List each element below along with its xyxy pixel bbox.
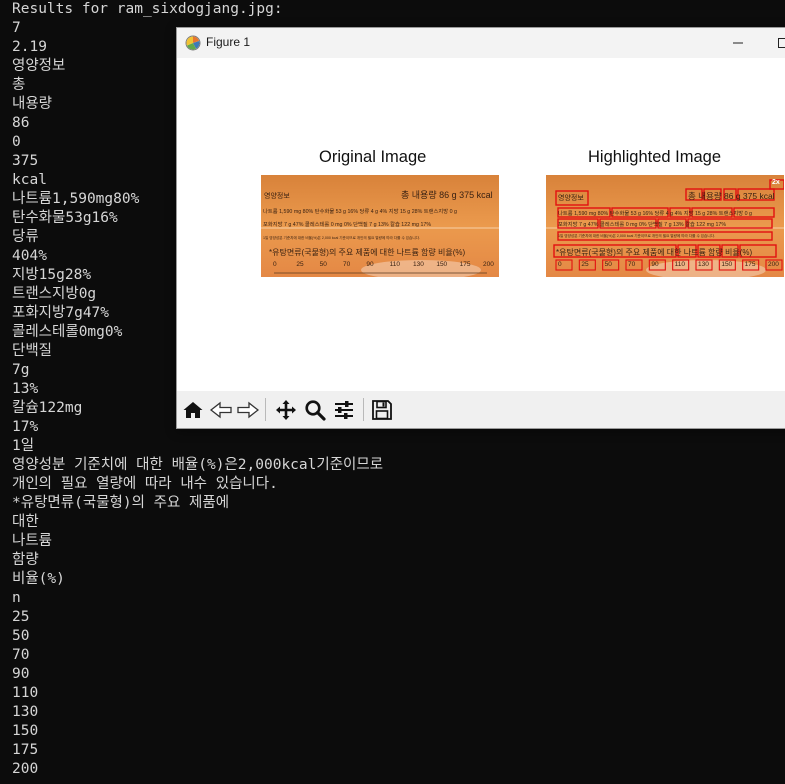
highlighted-row-1: 나트륨 1,590 mg 80% 탄수화물 53 g 16% 당류 4 g 4%… xyxy=(558,211,752,217)
scale-tick-label: 110 xyxy=(674,261,686,268)
terminal-line: 1일 xyxy=(12,438,35,454)
scale-tick-label: 110 xyxy=(389,261,401,268)
highlighted-row-3: 1일 영양성분 기준치에 대한 비율(%)은 2,000 kcal 기준이므로 … xyxy=(558,234,715,238)
terminal-line: 함량 xyxy=(12,552,39,568)
highlighted-image-title: Highlighted Image xyxy=(588,148,721,166)
highlighted-header-right: 총 내용량 86 g 375 kcal xyxy=(688,191,775,201)
terminal-line: 콜레스테롤0mg0% xyxy=(12,324,123,340)
terminal-line: 110 xyxy=(12,685,39,701)
figure-canvas[interactable]: Original Image Highlighted Image 영양정보 총 … xyxy=(177,58,785,391)
terminal-line: 나트륨 xyxy=(12,533,53,549)
terminal-line: 당류 xyxy=(12,229,39,245)
terminal-line: 17% xyxy=(12,419,39,435)
scale-tick-label: 50 xyxy=(604,261,612,268)
scale-tick-label: 130 xyxy=(413,261,424,268)
original-row-2: 포화지방 7 g 47% 콜레스테롤 0 mg 0% 단백질 7 g 13% 칼… xyxy=(263,222,432,228)
scale-tick-label: 0 xyxy=(273,261,277,268)
terminal-line: 175 xyxy=(12,742,39,758)
terminal-line: 50 xyxy=(12,628,30,644)
scale-tick-label: 200 xyxy=(483,261,494,268)
window-titlebar[interactable]: Figure 1 xyxy=(177,28,785,58)
configure-subplots-icon[interactable] xyxy=(331,397,357,423)
terminal-line: 내용량 xyxy=(12,96,53,112)
terminal-line: 비율(%) xyxy=(12,571,65,587)
terminal-line: 영양정보 xyxy=(12,58,66,74)
highlighted-header-left: 영양정보 xyxy=(558,195,584,202)
terminal-line: 칼슘122mg xyxy=(12,400,83,416)
matplotlib-app-icon xyxy=(185,35,201,51)
terminal-line: 7g xyxy=(12,362,30,378)
home-icon[interactable] xyxy=(180,397,206,423)
terminal-line: 단백질 xyxy=(12,343,53,359)
original-scale: 0 25 50 70 90 110 130 150 175 200 xyxy=(273,261,494,270)
terminal-line: 총 xyxy=(12,77,26,93)
scale-tick-label: 200 xyxy=(768,261,779,268)
minimize-button[interactable] xyxy=(717,28,759,58)
back-icon[interactable] xyxy=(208,397,234,423)
terminal-line: 375 xyxy=(12,153,39,169)
toolbar-separator xyxy=(363,398,364,421)
results-header-line: Results for ram_sixdogjang.jpg: xyxy=(12,1,283,17)
scale-tick-label: 150 xyxy=(721,261,733,268)
terminal-line: 나트륨1,590mg80% xyxy=(12,191,140,207)
navigation-toolbar xyxy=(177,391,785,428)
scale-tick-label: 175 xyxy=(459,261,471,268)
terminal-line: 2.19 xyxy=(12,39,47,55)
save-icon[interactable] xyxy=(369,397,395,423)
original-sodium-line: *유탕면류(국물형)의 주요 제품에 대한 나트륨 함량 비율(%) xyxy=(269,248,466,257)
terminal-line: 개인의 필요 열량에 따라 내수 있습니다. xyxy=(12,476,278,492)
terminal-line: 404% xyxy=(12,248,47,264)
terminal-line: 0 xyxy=(12,134,21,150)
terminal-line: 탄수화물53g16% xyxy=(12,210,118,226)
original-header-left: 영양정보 xyxy=(264,193,290,200)
maximize-button[interactable] xyxy=(762,28,785,58)
terminal-line: 130 xyxy=(12,704,39,720)
scale-tick-label: 175 xyxy=(744,261,756,268)
window-title: Figure 1 xyxy=(206,35,251,49)
scale-tick-label: 130 xyxy=(698,261,709,268)
highlighted-scale: 0 25 50 70 90 110 130 150 175 200 xyxy=(558,261,779,270)
terminal-line: 150 xyxy=(12,723,39,739)
terminal-line: 70 xyxy=(12,647,30,663)
terminal-line: 200 xyxy=(12,761,39,777)
original-row-1: 나트륨 1,590 mg 80% 탄수화물 53 g 16% 당류 4 g 4%… xyxy=(263,209,457,215)
terminal-line: *유탕면류(국물형)의 주요 제품에 xyxy=(12,495,230,511)
terminal-line: 7 xyxy=(12,20,21,36)
original-row-3: 1일 영양성분 기준치에 대한 비율(%)은 2,000 kcal 기준이므로 … xyxy=(263,236,420,240)
toolbar-separator xyxy=(265,398,266,421)
highlighted-row-2: 포화지방 7 g 47% 콜레스테롤 0 mg 0% 단백질 7 g 13% 칼… xyxy=(558,222,727,228)
scale-tick-label: 150 xyxy=(436,261,448,268)
scale-tick-label: 50 xyxy=(319,261,327,268)
original-image: 영양정보 총 내용량 86 g 375 kcal 나트륨 1,590 mg 80… xyxy=(261,175,499,277)
terminal-line: 13% xyxy=(12,381,39,397)
original-header-right: 총 내용량 86 g 375 kcal xyxy=(401,190,493,200)
highlighted-image: 영양정보 총 내용량 86 g 375 kcal 나트륨 1,590 mg 80… xyxy=(546,175,784,277)
terminal-line: 영양성분 기준치에 대한 배율(%)은2,000kcal기준이므로 xyxy=(12,457,384,473)
scale-tick-label: 90 xyxy=(651,261,659,268)
terminal-line: 90 xyxy=(12,666,30,682)
scale-tick-label: 25 xyxy=(581,261,589,268)
terminal-line: 25 xyxy=(12,609,30,625)
terminal-line: kcal xyxy=(12,172,47,188)
figure-window[interactable]: Figure 1 Original Image Highlighted Imag… xyxy=(176,27,785,429)
highlighted-sodium-line: *유탕면류(국물형)의 주요 제품에 대한 나트륨 함량 비율(%) xyxy=(556,248,753,257)
original-image-title: Original Image xyxy=(319,148,427,166)
scale-tick-label: 70 xyxy=(628,261,636,268)
terminal-line: 지방15g28% xyxy=(12,267,92,283)
terminal-line: 대한 xyxy=(12,514,39,530)
scale-tick-label: 25 xyxy=(296,261,304,268)
terminal-line: 포화지방7g47% xyxy=(12,305,110,321)
scale-tick-label: 70 xyxy=(343,261,351,268)
highlighted-badge: 2x xyxy=(772,179,780,186)
terminal-line: 트랜스지방0g xyxy=(12,286,97,302)
pan-icon[interactable] xyxy=(273,397,299,423)
terminal-line: n xyxy=(12,590,21,606)
forward-icon[interactable] xyxy=(235,397,261,423)
zoom-icon[interactable] xyxy=(302,397,328,423)
scale-tick-label: 90 xyxy=(366,261,374,268)
scale-tick-label: 0 xyxy=(558,261,562,268)
terminal-line: 86 xyxy=(12,115,30,131)
